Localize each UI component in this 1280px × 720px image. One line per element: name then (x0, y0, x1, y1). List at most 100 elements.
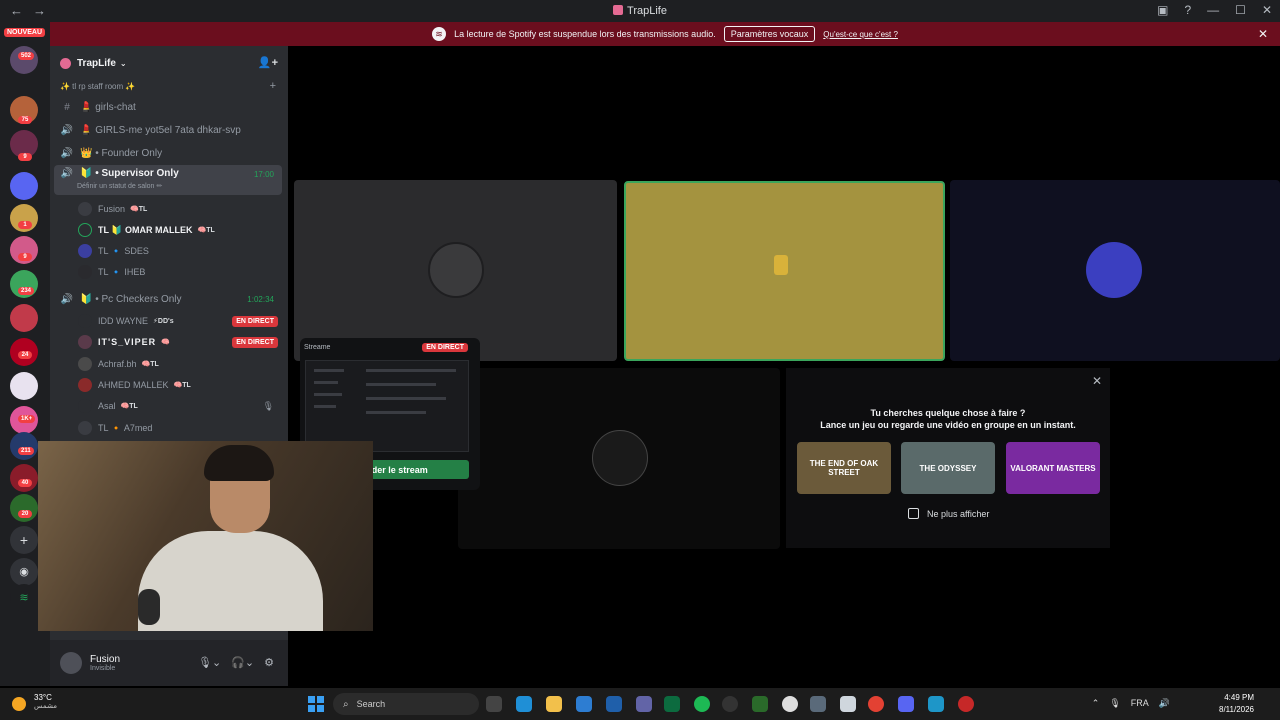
voice-settings-button[interactable]: Paramètres vocaux (723, 26, 816, 42)
inbox-icon[interactable]: ▣ (1157, 3, 1168, 17)
clock[interactable]: 4:49 PM 8/11/2026 (1219, 692, 1254, 716)
participant-tile[interactable] (950, 180, 1280, 361)
member-name: Fusion (98, 204, 126, 214)
calculator-icon[interactable] (840, 696, 856, 712)
user-status: Invisible (90, 665, 116, 672)
store-icon[interactable] (606, 696, 622, 712)
rss-icon[interactable]: ≋ (10, 584, 38, 612)
channel-name: 🔰 • Supervisor Only (80, 168, 179, 179)
clock-time: 4:49 PM (1224, 693, 1254, 702)
task-view-icon[interactable] (486, 696, 502, 712)
avatar (78, 421, 92, 435)
server-icon[interactable] (10, 464, 38, 492)
search-icon: ⌕ (343, 698, 349, 710)
member-name: TL 🔹 SDES (98, 245, 149, 256)
edge-icon[interactable] (516, 696, 532, 712)
game-card[interactable]: THE ODYSSEY (901, 442, 995, 494)
server-icon[interactable] (10, 372, 38, 400)
voice-member[interactable]: Asal 🧠TL 🎙 (78, 396, 278, 416)
outlook-icon[interactable] (576, 696, 592, 712)
speaker-icon: 🔊 (60, 124, 74, 136)
language-indicator[interactable]: FRA (1131, 698, 1149, 708)
channel-girls-chat[interactable]: # 💄 girls-chat (54, 97, 282, 117)
file-explorer-icon[interactable] (546, 696, 562, 712)
voice-member[interactable]: TL 🔰 OMAR MALLEK 🧠TL (78, 220, 278, 240)
avatar (774, 255, 788, 275)
member-tag: 🧠TL (120, 403, 138, 410)
app-icon[interactable] (928, 696, 944, 712)
voice-member[interactable]: Achraf.bh 🧠TL (78, 354, 278, 374)
chrome-icon[interactable] (868, 696, 884, 712)
speaker-icon: 🔊 (60, 168, 74, 179)
weather-widget[interactable]: 33°C مشمس (12, 693, 57, 711)
mic-icon[interactable]: 🎙 (1109, 698, 1120, 708)
game-card[interactable]: VALORANT MASTERS (1006, 442, 1100, 494)
app-icon[interactable] (664, 696, 680, 712)
mention-badge: 211 (18, 447, 34, 455)
voice-member[interactable]: IDD WAYNE ⚡DD's EN DIRECT (78, 311, 278, 331)
participant-tile[interactable] (458, 368, 780, 549)
spotify-icon[interactable] (694, 696, 710, 712)
taskbar-search[interactable]: ⌕ Search (333, 693, 479, 715)
microphone (138, 589, 160, 625)
game-card[interactable]: THE END OF OAK STREET (797, 442, 891, 494)
channel-name: 👑 • Founder Only (80, 147, 163, 159)
chevron-up-icon[interactable]: ⌃ (1092, 698, 1100, 708)
participant-tile[interactable] (294, 180, 617, 361)
teams-icon[interactable] (636, 696, 652, 712)
channel-girls-voice[interactable]: 🔊 💄 GIRLS-me yot5el 7ata dhkar-svp (54, 120, 282, 140)
explore-icon[interactable]: ◉ (10, 558, 38, 586)
voice-member[interactable]: AHMED MALLEK 🧠TL (78, 375, 278, 395)
guild-header[interactable]: TrapLife ⌄ 👤+ (50, 46, 288, 80)
user-avatar[interactable] (60, 652, 82, 674)
microphone-icon[interactable]: 🎙⌄ (198, 657, 221, 669)
channel-status[interactable]: Définir un statut de salon ✏ (77, 182, 162, 190)
app-icon[interactable] (752, 696, 768, 712)
mention-badge: 20 (18, 510, 32, 518)
discord-icon[interactable] (898, 696, 914, 712)
close-window-button[interactable]: ✕ (1262, 3, 1272, 17)
headphones-icon[interactable]: 🎧⌄ (231, 657, 254, 669)
app-icon[interactable] (958, 696, 974, 712)
voice-member[interactable]: TL 🔹 IHEB (78, 262, 278, 282)
volume-icon[interactable]: 🔊 (1159, 698, 1170, 708)
help-icon[interactable]: ? (1184, 3, 1191, 17)
stream-thumbnail[interactable] (305, 360, 469, 452)
voice-member[interactable]: IT'S_VIPER 🧠 EN DIRECT (78, 332, 278, 352)
server-icon[interactable] (10, 172, 38, 200)
mention-badge: 234 (18, 287, 35, 295)
channel-pc-checkers[interactable]: 🔊 🔰 • Pc Checkers Only 1:02:34 (54, 289, 282, 309)
sun-icon (12, 697, 26, 711)
server-icon[interactable] (10, 304, 38, 332)
person-shirt (138, 531, 323, 631)
add-channel-icon[interactable]: + (270, 80, 276, 92)
category-header[interactable]: ✨ tl rp staff room ✨ (60, 82, 135, 91)
banner-message: La lecture de Spotify est suspendue lors… (454, 29, 716, 39)
windows-start-icon[interactable] (308, 696, 324, 712)
maximize-button[interactable]: ☐ (1235, 3, 1246, 17)
close-banner-icon[interactable]: ✕ (1258, 27, 1268, 41)
server-icon[interactable] (10, 432, 38, 460)
settings-gear-icon[interactable]: ⚙ (264, 657, 274, 669)
channel-supervisor-only[interactable]: 🔊 🔰 • Supervisor Only Définir un statut … (54, 165, 282, 195)
checkbox[interactable] (908, 508, 919, 519)
add-server-icon[interactable]: + (10, 526, 38, 554)
title-bar: ← → TrapLife ▣? — ☐ ✕ (0, 0, 1280, 22)
app-icon[interactable] (722, 696, 738, 712)
chatgpt-icon[interactable] (782, 696, 798, 712)
minimize-button[interactable]: — (1207, 3, 1219, 17)
avatar (78, 244, 92, 258)
channel-founder-only[interactable]: 🔊 👑 • Founder Only (54, 143, 282, 163)
what-is-this-link[interactable]: Qu'est-ce que c'est ? (823, 30, 898, 39)
avatar (78, 223, 92, 237)
server-icon[interactable] (10, 46, 38, 74)
voice-member[interactable]: TL 🔹 SDES (78, 241, 278, 261)
invite-people-icon[interactable]: 👤+ (258, 56, 278, 69)
voice-member[interactable]: TL 🔸 A7med (78, 418, 278, 438)
dont-show-again[interactable]: Ne plus afficher (908, 508, 989, 519)
clock-date: 8/11/2026 (1219, 705, 1254, 714)
participant-tile-speaking[interactable] (624, 181, 945, 361)
close-icon[interactable]: ✕ (1092, 374, 1102, 388)
voice-member[interactable]: Fusion 🧠TL (78, 199, 278, 219)
settings-icon[interactable] (810, 696, 826, 712)
